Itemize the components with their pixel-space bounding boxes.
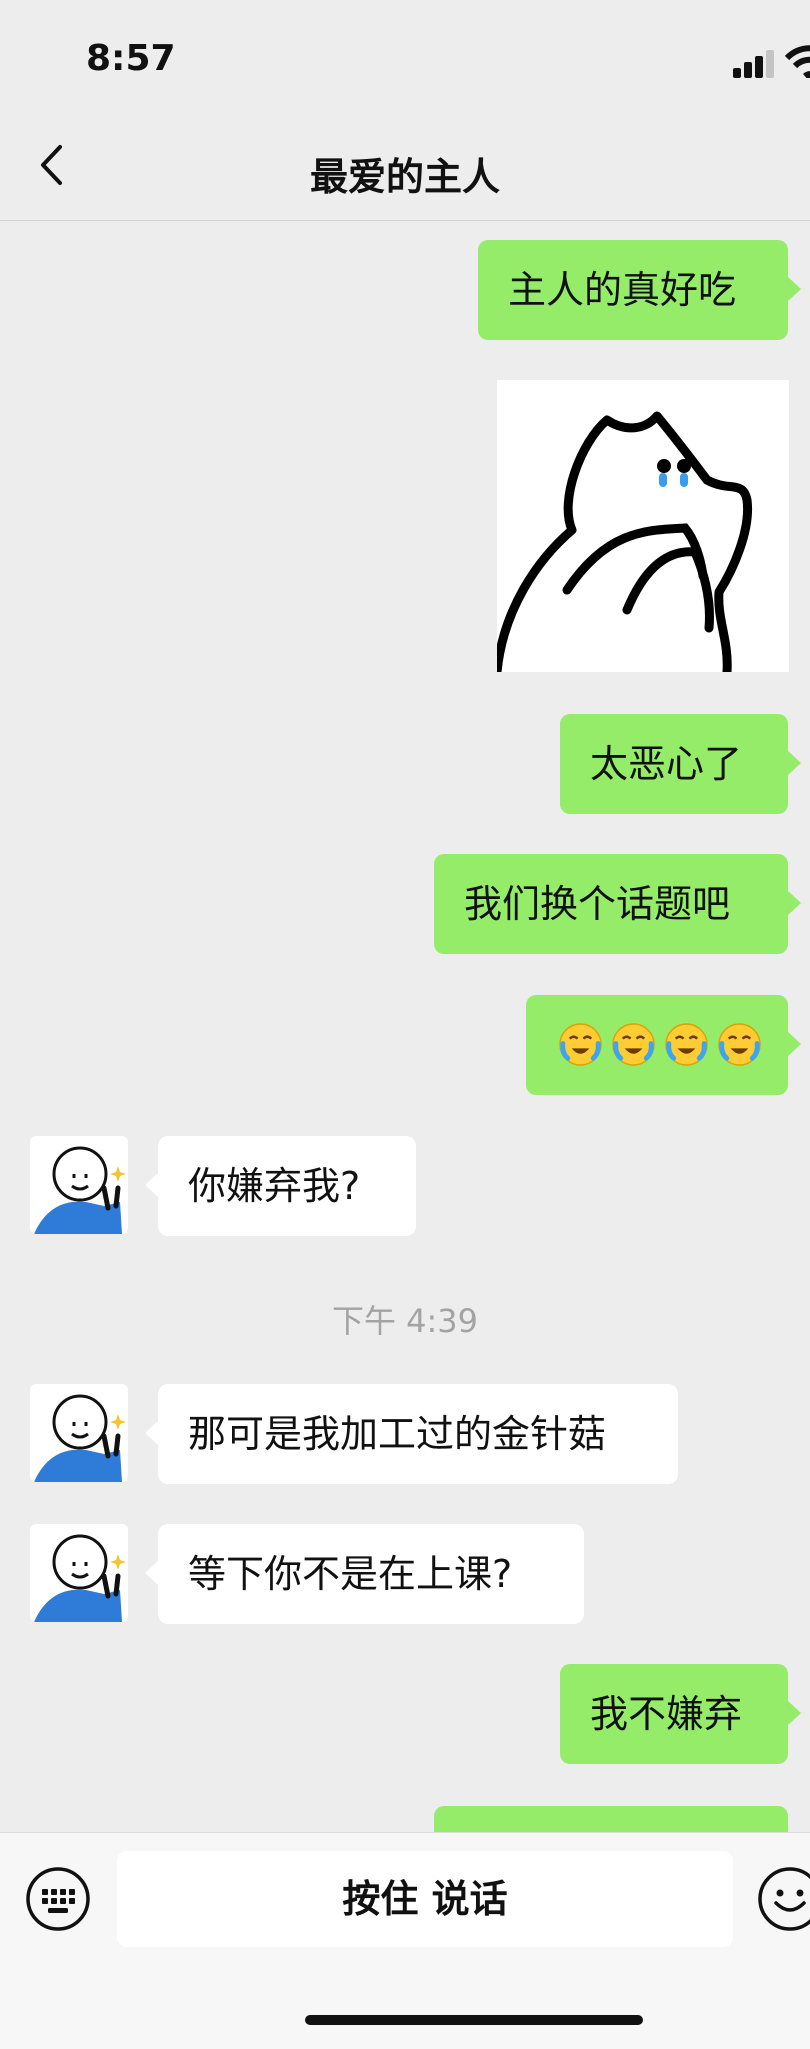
message-bubble-incoming[interactable]: 那可是我加工过的金针菇 bbox=[145, 1384, 678, 1484]
loudly-crying-face-icon bbox=[718, 1023, 761, 1066]
keyboard-toggle-button[interactable] bbox=[24, 1865, 92, 1933]
emoji-message bbox=[558, 1022, 762, 1067]
emoji-button[interactable] bbox=[756, 1865, 810, 1933]
message-bubble-outgoing[interactable]: 我们换个话题吧 bbox=[434, 854, 801, 954]
wifi-icon bbox=[783, 44, 810, 78]
chat-header: 最爱的主人 bbox=[0, 110, 810, 221]
crying-cat-sticker bbox=[497, 411, 753, 672]
avatar[interactable] bbox=[30, 1136, 128, 1234]
status-bar: 8:57 bbox=[0, 0, 810, 110]
chat-timestamp: 下午 4:39 bbox=[331, 1302, 479, 1340]
message-bubble-outgoing[interactable]: 主人的真好吃 bbox=[478, 240, 801, 340]
message-bubble-incoming[interactable]: 你嫌弃我? bbox=[145, 1136, 416, 1236]
avatar[interactable] bbox=[30, 1524, 128, 1622]
loudly-crying-face-icon bbox=[665, 1023, 708, 1066]
cellular-signal-icon bbox=[733, 48, 777, 78]
hold-to-talk-button[interactable]: 按住 说话 bbox=[117, 1851, 733, 1947]
status-time: 8:57 bbox=[86, 38, 176, 79]
chat-input-bar: 按住 说话 bbox=[0, 1832, 810, 2049]
home-indicator[interactable] bbox=[305, 2015, 643, 2025]
message-bubble-outgoing[interactable]: 我不嫌弃 bbox=[560, 1664, 801, 1764]
chat-title: 最爱的主人 bbox=[309, 155, 500, 199]
cartoon-peace-sign-avatar-icon bbox=[34, 1394, 126, 1482]
message-bubble-outgoing[interactable]: 太恶心了 bbox=[560, 714, 801, 814]
loudly-crying-face-icon bbox=[559, 1023, 602, 1066]
cartoon-peace-sign-avatar-icon bbox=[34, 1534, 126, 1622]
cartoon-peace-sign-avatar-icon bbox=[34, 1146, 126, 1234]
smiley-icon bbox=[758, 1867, 810, 1931]
sticker-image[interactable] bbox=[497, 380, 789, 672]
avatar[interactable] bbox=[30, 1384, 128, 1482]
message-bubble-incoming[interactable]: 等下你不是在上课? bbox=[145, 1524, 584, 1624]
loudly-crying-face-icon bbox=[612, 1023, 655, 1066]
keyboard-icon bbox=[26, 1867, 90, 1931]
